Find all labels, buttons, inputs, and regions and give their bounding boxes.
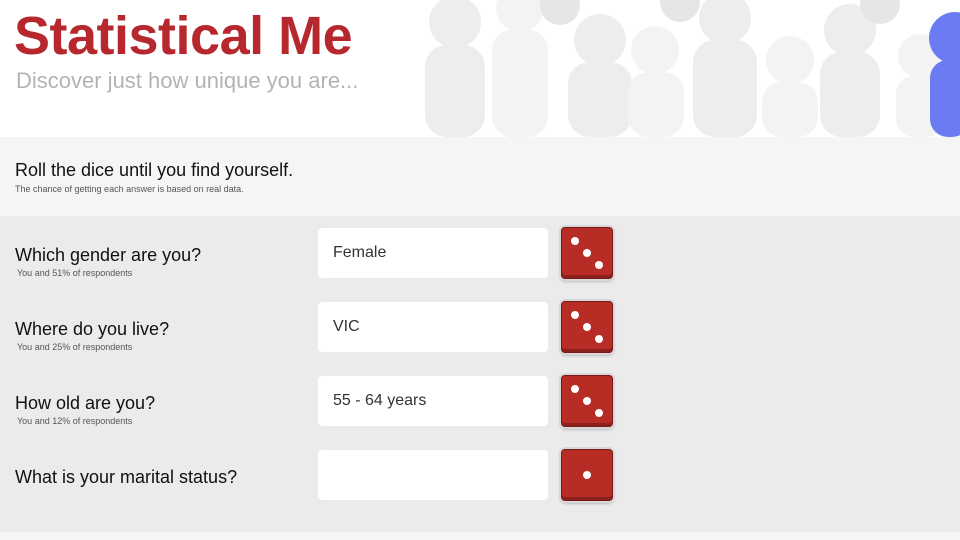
question-stat: You and 12% of respondents [17,416,133,426]
location-answer-field[interactable]: VIC [318,302,548,352]
dice-three-icon [571,385,603,417]
bottom-strip [0,532,960,540]
intro-note: The chance of getting each answer is bas… [15,184,244,194]
question-stat: You and 51% of respondents [17,268,133,278]
question-row-location: Where do you live? You and 25% of respon… [0,301,960,374]
roll-dice-button-gender[interactable] [561,227,613,279]
roll-dice-button-location[interactable] [561,301,613,353]
gender-answer-field[interactable]: Female [318,228,548,278]
header: Statistical Me Discover just how unique … [0,0,960,137]
page-title: Statistical Me [14,6,353,66]
page-subtitle: Discover just how unique you are... [16,68,359,93]
dice-three-icon [571,237,603,269]
roll-dice-button-age[interactable] [561,375,613,427]
age-answer-field[interactable]: 55 - 64 years [318,376,548,426]
question-row-gender: Which gender are you? You and 51% of res… [0,227,960,300]
question-row-age: How old are you? You and 12% of responde… [0,375,960,448]
roll-dice-button-marital-status[interactable] [561,449,613,501]
question-label: What is your marital status? [15,467,238,487]
dice-one-icon [583,471,591,479]
question-label: How old are you? [15,393,156,413]
dice-three-icon [571,311,603,343]
question-label: Which gender are you? [15,245,202,265]
intro-section: Roll the dice until you find yourself. T… [0,137,960,216]
question-stat: You and 25% of respondents [17,342,133,352]
marital-status-answer-field[interactable] [318,450,548,500]
question-row-marital-status: What is your marital status? [0,449,960,522]
intro-title: Roll the dice until you find yourself. [15,160,294,180]
questions-section: Which gender are you? You and 51% of res… [0,216,960,532]
question-label: Where do you live? [15,319,170,339]
